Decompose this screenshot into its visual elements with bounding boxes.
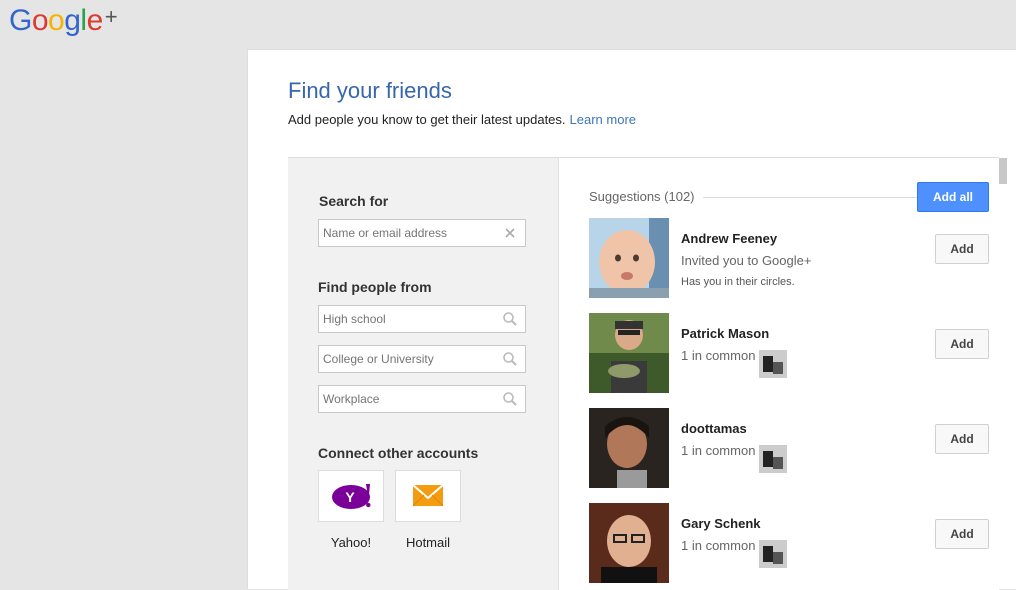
mutual-avatar[interactable] xyxy=(759,445,787,473)
suggestion-row: Gary Schenk 1 in common Add xyxy=(589,503,989,583)
search-icon xyxy=(503,392,517,406)
search-panel: Search for Find people from xyxy=(288,157,558,590)
invite-text: Invited you to Google+ xyxy=(681,253,812,268)
avatar[interactable] xyxy=(589,408,669,488)
logo-letter: o xyxy=(31,4,49,37)
hotmail-envelope-icon xyxy=(412,484,444,507)
logo-letter: G xyxy=(9,4,32,37)
suggestions-count: Suggestions (102) xyxy=(589,189,703,204)
logo-letter: e xyxy=(86,4,104,37)
add-button[interactable]: Add xyxy=(935,329,989,359)
college-field[interactable] xyxy=(318,345,526,373)
suggestion-row: Patrick Mason 1 in common Add xyxy=(589,313,989,393)
person-name[interactable]: doottamas xyxy=(681,421,747,436)
add-button[interactable]: Add xyxy=(935,519,989,549)
common-count: 1 in common xyxy=(681,348,756,363)
find-people-label: Find people from xyxy=(318,279,432,295)
yahoo-connect-button[interactable]: Y xyxy=(318,470,384,522)
add-all-button[interactable]: Add all xyxy=(917,182,989,212)
person-name[interactable]: Gary Schenk xyxy=(681,516,761,531)
google-plus-logo[interactable]: Google+ xyxy=(9,4,118,38)
page-title: Find your friends xyxy=(288,78,452,103)
logo-letter: o xyxy=(48,4,65,37)
mutual-avatar[interactable] xyxy=(759,350,787,378)
yahoo-icon: Y xyxy=(332,484,371,509)
subtitle-text: Add people you know to get their latest … xyxy=(288,112,566,127)
page-subtitle: Add people you know to get their latest … xyxy=(288,112,636,127)
yahoo-label: Yahoo! xyxy=(330,535,372,550)
hotmail-label: Hotmail xyxy=(405,535,451,550)
logo-letter: g xyxy=(64,4,81,37)
common-count: 1 in common xyxy=(681,443,756,458)
college-input[interactable] xyxy=(319,346,498,372)
add-button[interactable]: Add xyxy=(935,424,989,454)
suggestion-row: doottamas 1 in common Add xyxy=(589,408,989,488)
suggestion-row: Andrew Feeney Invited you to Google+ Has… xyxy=(589,218,989,298)
connect-accounts-label: Connect other accounts xyxy=(318,445,479,461)
mutual-avatar[interactable] xyxy=(759,540,787,568)
high-school-input[interactable] xyxy=(319,306,498,332)
person-name[interactable]: Andrew Feeney xyxy=(681,231,777,246)
avatar[interactable] xyxy=(589,313,669,393)
search-input[interactable] xyxy=(319,220,498,246)
add-button[interactable]: Add xyxy=(935,234,989,264)
person-name[interactable]: Patrick Mason xyxy=(681,326,769,341)
search-icon xyxy=(503,352,517,366)
suggestions-panel: Suggestions (102) Add all Andrew Feeney … xyxy=(558,157,999,590)
search-for-label: Search for xyxy=(319,193,389,209)
avatar[interactable] xyxy=(589,218,669,298)
scrollbar-thumb[interactable] xyxy=(999,158,1007,184)
high-school-field[interactable] xyxy=(318,305,526,333)
workplace-field[interactable] xyxy=(318,385,526,413)
search-icon xyxy=(503,312,517,326)
clear-icon[interactable] xyxy=(502,225,518,241)
workplace-input[interactable] xyxy=(319,386,498,412)
circle-status: Has you in their circles. xyxy=(681,276,795,288)
search-field[interactable] xyxy=(318,219,526,247)
hotmail-connect-button[interactable] xyxy=(395,470,461,522)
find-friends-card: Find your friends Add people you know to… xyxy=(247,49,1016,590)
avatar[interactable] xyxy=(589,503,669,583)
common-count: 1 in common xyxy=(681,538,756,553)
svg-text:Y: Y xyxy=(345,489,355,505)
logo-plus: + xyxy=(104,4,118,29)
learn-more-link[interactable]: Learn more xyxy=(570,112,636,127)
